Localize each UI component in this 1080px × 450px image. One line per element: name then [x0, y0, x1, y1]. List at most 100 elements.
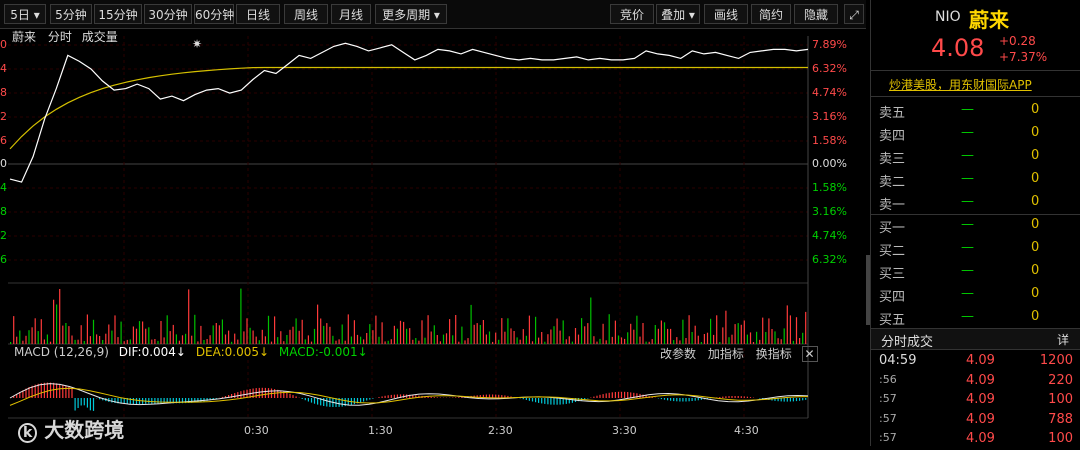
volume-bar	[388, 341, 389, 344]
macd-bar	[44, 383, 45, 398]
close-icon[interactable]: ✕	[802, 346, 818, 362]
volume-bar	[575, 328, 576, 344]
add-indicator-button[interactable]: 加指标	[708, 347, 744, 361]
macd-bar	[744, 396, 745, 398]
order-book-label: 卖五	[879, 102, 905, 121]
period-60min-button[interactable]: 60分钟	[194, 4, 234, 24]
volume-bar	[633, 330, 634, 344]
macd-bar	[612, 392, 613, 398]
macd-bar	[317, 398, 318, 405]
switch-indicator-button[interactable]: 换指标	[756, 347, 792, 361]
hide-button[interactable]: 隐藏	[794, 4, 838, 24]
macd-bar	[154, 398, 155, 404]
volume-bar	[124, 341, 125, 344]
period-5min-button[interactable]: 5分钟	[50, 4, 92, 24]
simplified-button[interactable]: 简约	[751, 4, 791, 24]
period-week-button[interactable]: 周线	[284, 4, 328, 24]
more-periods-dropdown[interactable]: 更多周期 ▾	[375, 4, 447, 24]
macd-bar	[692, 398, 693, 401]
period-5day-dropdown[interactable]: 5日 ▾	[4, 4, 46, 24]
volume-bar	[246, 318, 247, 344]
volume-bar	[753, 342, 754, 344]
price-tick-label: 8	[0, 205, 7, 218]
macd-bar	[560, 398, 561, 405]
volume-bar	[207, 339, 208, 344]
macd-value: MACD:-0.001↓	[279, 345, 368, 359]
volume-bar	[277, 337, 278, 344]
volume-bar	[685, 338, 686, 344]
expand-icon[interactable]: ⤢	[844, 4, 864, 24]
volume-bar	[372, 330, 373, 344]
order-book-label: 买五	[879, 309, 905, 328]
volume-bar	[557, 319, 558, 345]
macd-bar	[326, 398, 327, 407]
period-30min-button[interactable]: 30分钟	[144, 4, 192, 24]
volume-bar	[664, 322, 665, 344]
volume-bar	[464, 340, 465, 344]
volume-bar	[738, 323, 739, 344]
macd-bar	[385, 396, 386, 398]
volume-bar	[406, 329, 407, 344]
overlay-dropdown[interactable]: 叠加 ▾	[656, 4, 700, 24]
macd-bar	[200, 398, 201, 402]
promo-link[interactable]: 炒港美股，用东财国际APP	[889, 76, 1032, 93]
volume-bar	[652, 339, 653, 344]
price-chart[interactable]: ✷	[0, 28, 866, 446]
volume-bar	[728, 337, 729, 344]
volume-bar	[296, 318, 297, 344]
trades-detail-button[interactable]: 详	[1057, 331, 1069, 348]
volume-bar	[203, 340, 204, 344]
volume-bar	[400, 321, 401, 344]
period-month-button[interactable]: 月线	[331, 4, 371, 24]
macd-bar	[81, 398, 82, 406]
volume-bar	[339, 339, 340, 344]
draw-line-button[interactable]: 画线	[704, 4, 748, 24]
volume-bar	[722, 327, 723, 344]
macd-bar	[47, 383, 48, 398]
volume-bar	[428, 315, 429, 344]
volume-bar	[799, 338, 800, 344]
volume-bar	[259, 340, 260, 344]
volume-bar	[219, 325, 220, 344]
period-day-button[interactable]: 日线	[236, 4, 280, 24]
macd-bar	[731, 396, 732, 398]
order-book-volume: 0	[1031, 286, 1039, 301]
volume-bar	[142, 322, 143, 345]
chevron-down-icon: ▾	[34, 8, 40, 22]
volume-bar	[114, 315, 115, 344]
volume-bar	[38, 331, 39, 344]
bid-price-button[interactable]: 竞价	[610, 4, 654, 24]
macd-bar	[784, 398, 785, 402]
volume-bar	[578, 335, 579, 344]
macd-bar	[434, 397, 435, 398]
order-book-volume: 0	[1031, 102, 1039, 117]
order-book-row: 卖二—0	[871, 168, 1080, 190]
macd-bar	[308, 398, 309, 402]
price-tick-label: 2	[0, 110, 7, 123]
volume-bar	[504, 332, 505, 344]
volume-bar	[670, 329, 671, 344]
period-15min-button[interactable]: 15分钟	[94, 4, 142, 24]
volume-bar	[59, 289, 60, 344]
volume-bar	[90, 336, 91, 344]
volume-bar	[480, 325, 481, 344]
volume-bar	[108, 325, 109, 345]
promo-banner[interactable]: 炒港美股，用东财国际APP	[871, 72, 1080, 97]
volume-bar	[523, 329, 524, 344]
volume-bar	[507, 318, 508, 344]
percent-tick-label: 3.16%	[812, 205, 847, 218]
volume-bar	[467, 338, 468, 344]
macd-bar	[547, 398, 548, 404]
price-tick-label: 4	[0, 181, 7, 194]
stock-name: 蔚来	[969, 4, 1009, 33]
macd-bar	[799, 398, 800, 401]
macd-bar	[689, 398, 690, 401]
volume-bar	[517, 337, 518, 344]
volume-bar	[606, 340, 607, 344]
volume-bar	[10, 342, 11, 344]
macd-bar	[553, 398, 554, 405]
change-params-button[interactable]: 改参数	[660, 347, 696, 361]
volume-bar	[265, 336, 266, 344]
macd-bar	[388, 395, 389, 398]
volume-bar	[541, 332, 542, 344]
